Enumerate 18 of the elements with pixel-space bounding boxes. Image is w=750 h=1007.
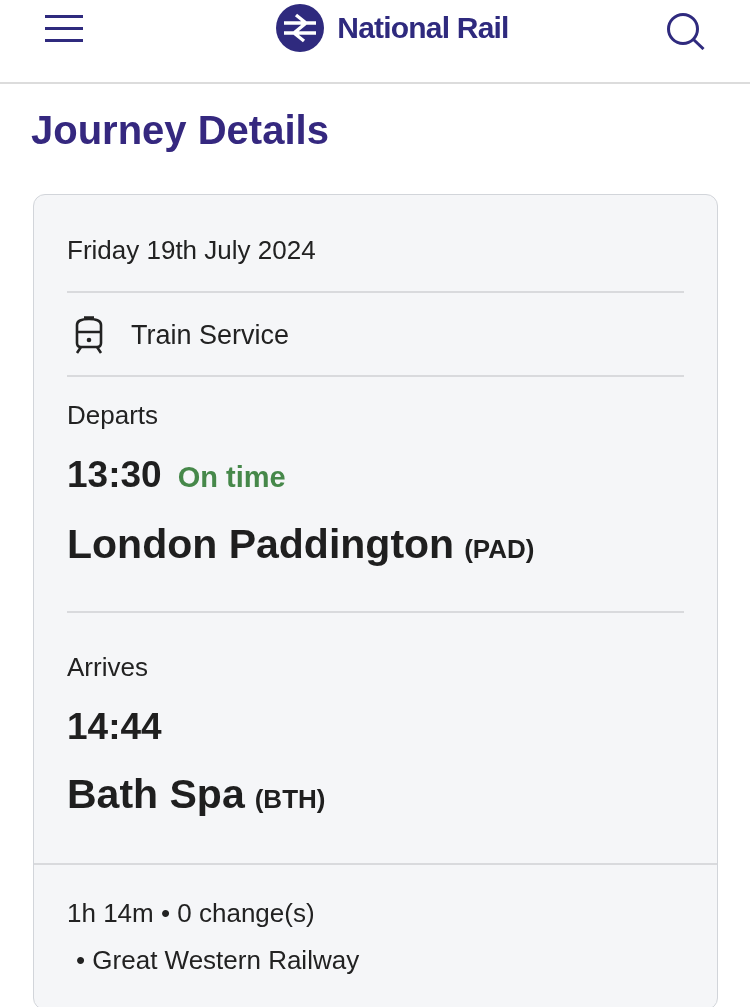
leg-label: Arrives xyxy=(67,651,149,683)
station-code: (PAD) xyxy=(464,533,535,566)
station-name: London Paddington xyxy=(67,520,455,569)
station-code: (BTH) xyxy=(254,783,326,816)
leg-label: Departs xyxy=(67,399,160,431)
menu-icon[interactable] xyxy=(45,15,83,42)
status-label: On time xyxy=(177,460,286,495)
leg-time: 14:44 xyxy=(67,705,162,749)
journey-date: Friday 19th July 2024 xyxy=(67,234,317,267)
service-type: Train Service xyxy=(131,319,290,351)
operator-name: • Great Western Railway xyxy=(75,944,361,977)
station-name: Bath Spa xyxy=(67,770,245,819)
logo-icon xyxy=(276,4,325,52)
home-link[interactable]: National Rail xyxy=(276,4,509,52)
journey-summary: 1h 14m • 0 change(s) xyxy=(67,897,316,930)
search-icon[interactable] xyxy=(666,12,706,50)
page-title: Journey Details xyxy=(31,107,330,154)
leg-time: 13:30 xyxy=(67,453,162,497)
